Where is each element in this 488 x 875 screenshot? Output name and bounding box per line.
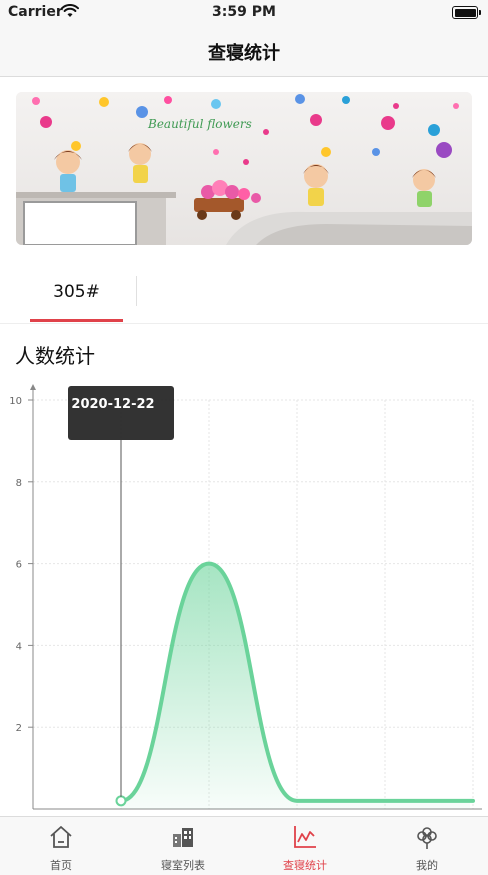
status-bar: Carrier 3:59 PM <box>0 0 488 26</box>
navigation-bar: 查寝统计 <box>0 26 488 77</box>
y-axis-arrow <box>30 384 36 390</box>
people-count-chart[interactable]: 10 8 6 4 2 2020-12-22 <box>0 378 488 816</box>
banner-illustration: Beautiful flowers <box>16 92 472 245</box>
y-tick-label: 8 <box>16 478 22 489</box>
y-tick-label: 10 <box>9 396 22 407</box>
room-tab-label: 305# <box>53 282 100 302</box>
tab-mine[interactable]: 我的 <box>366 817 488 875</box>
battery-icon <box>452 6 481 19</box>
tab-label-dorm-list: 寝室列表 <box>161 859 205 872</box>
home-icon <box>50 826 72 848</box>
tooltip-box <box>68 386 174 440</box>
tooltip-date: 2020-12-22 <box>71 397 154 412</box>
tab-home[interactable]: 首页 <box>0 817 122 875</box>
y-axis-ticks: 10 8 6 4 2 <box>9 396 33 734</box>
y-tick-label: 4 <box>16 641 22 652</box>
page-title: 查寝统计 <box>208 43 280 64</box>
y-tick-label: 6 <box>16 560 22 571</box>
data-points <box>115 795 127 807</box>
flower-icon <box>417 827 437 849</box>
tab-check-stats[interactable]: 查寝统计 <box>244 817 366 875</box>
line-chart-icon <box>294 826 316 848</box>
tab-row-separator <box>0 323 488 324</box>
tab-dorm-list[interactable]: 寝室列表 <box>122 817 244 875</box>
tab-label-check-stats: 查寝统计 <box>283 859 327 872</box>
tab-label-home: 首页 <box>50 859 72 872</box>
tab-bar: 首页 寝室列表 查寝统计 我的 <box>0 816 488 875</box>
clock: 3:59 PM <box>212 4 276 20</box>
building-icon <box>173 828 193 847</box>
tab-room-305[interactable]: 305# <box>30 272 123 322</box>
banner-caption: Beautiful flowers <box>147 117 252 131</box>
active-tab-indicator <box>30 319 123 322</box>
selected-data-point[interactable] <box>115 795 127 807</box>
tab-label-mine: 我的 <box>416 859 438 872</box>
tab-divider <box>136 276 137 306</box>
y-tick-label: 2 <box>16 723 22 734</box>
banner-image[interactable]: Beautiful flowers <box>16 92 472 245</box>
section-title: 人数统计 <box>15 344 95 368</box>
